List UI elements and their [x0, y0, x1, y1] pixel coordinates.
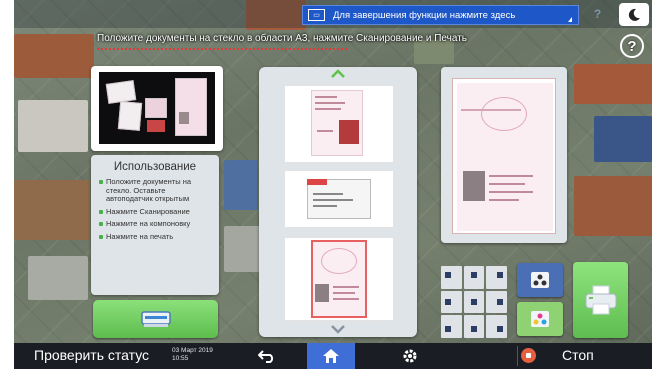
layout-cell[interactable]	[486, 266, 507, 289]
print-button[interactable]	[573, 262, 628, 338]
chevron-up-icon[interactable]	[330, 69, 346, 79]
page-thumbnail[interactable]	[284, 85, 394, 163]
settings-button[interactable]	[396, 345, 424, 367]
scanned-pages-list[interactable]	[259, 67, 417, 337]
corner-indicator-icon	[568, 16, 572, 22]
usage-step: Положите документы на стекло. Оставьте а…	[98, 177, 212, 204]
night-mode-button[interactable]	[619, 3, 649, 26]
home-button[interactable]	[307, 343, 355, 369]
documents-on-glass-image	[99, 72, 215, 144]
layout-cell[interactable]	[486, 290, 507, 314]
bottom-bar: Проверить статус 03 Март 2019 10:55 Стоп	[14, 343, 652, 369]
moon-icon	[628, 8, 640, 21]
home-icon	[323, 349, 339, 363]
scan-button[interactable]	[93, 300, 218, 338]
usage-step: Нажмите на печать	[98, 232, 212, 242]
page-preview-panel	[441, 67, 567, 243]
small-help-button[interactable]: ?	[589, 4, 606, 24]
page-thumbnail[interactable]	[284, 170, 394, 228]
stop-hand-icon	[526, 353, 531, 358]
date-text: 03 Март 2019	[172, 347, 213, 354]
instruction-warning-line	[97, 44, 347, 50]
copy-mode-icon: ▭	[308, 9, 325, 21]
scanner-icon	[140, 311, 171, 327]
instruction-text: Положите документы на стекло в области А…	[97, 33, 467, 44]
stop-icon[interactable]	[521, 348, 536, 363]
page-preview	[452, 78, 556, 234]
stop-button[interactable]: Стоп	[562, 347, 594, 363]
full-color-button[interactable]	[517, 302, 563, 336]
usage-step: Нажмите Сканирование	[98, 207, 212, 217]
date-time: 03 Март 2019 10:55	[172, 347, 213, 363]
black-white-toner-icon	[531, 272, 549, 288]
chevron-down-icon[interactable]	[330, 324, 346, 334]
usage-steps-list: Положите документы на стекло. Оставьте а…	[98, 177, 212, 242]
black-white-button[interactable]	[517, 263, 563, 297]
back-button[interactable]	[252, 345, 282, 367]
usage-instructions-panel: Использование Положите документы на стек…	[91, 155, 219, 295]
layout-cell[interactable]	[441, 290, 462, 314]
time-text: 10:55	[172, 355, 189, 362]
help-button[interactable]: ?	[620, 34, 644, 58]
usage-example-card	[91, 66, 223, 151]
layout-cell[interactable]	[441, 315, 462, 338]
function-mode-field[interactable]: ▭ Для завершения функции нажмите здесь	[302, 5, 579, 25]
function-mode-label: Для завершения функции нажмите здесь	[333, 9, 516, 21]
layout-cell[interactable]	[463, 266, 485, 289]
page-thumbnail-selected[interactable]	[284, 237, 394, 321]
usage-title: Использование	[113, 161, 197, 173]
layout-cell[interactable]	[463, 290, 485, 314]
layout-cell[interactable]	[463, 315, 485, 338]
usage-step: Нажмите на компоновку	[98, 219, 212, 229]
back-arrow-icon	[258, 350, 274, 363]
check-status-button[interactable]: Проверить статус	[34, 347, 149, 363]
color-toner-icon	[531, 311, 549, 327]
layout-selector-grid[interactable]	[441, 266, 507, 338]
layout-cell[interactable]	[441, 266, 462, 289]
bottom-divider	[517, 346, 518, 366]
gear-icon	[403, 349, 417, 363]
printer-icon	[585, 285, 616, 315]
layout-cell[interactable]	[486, 315, 507, 338]
